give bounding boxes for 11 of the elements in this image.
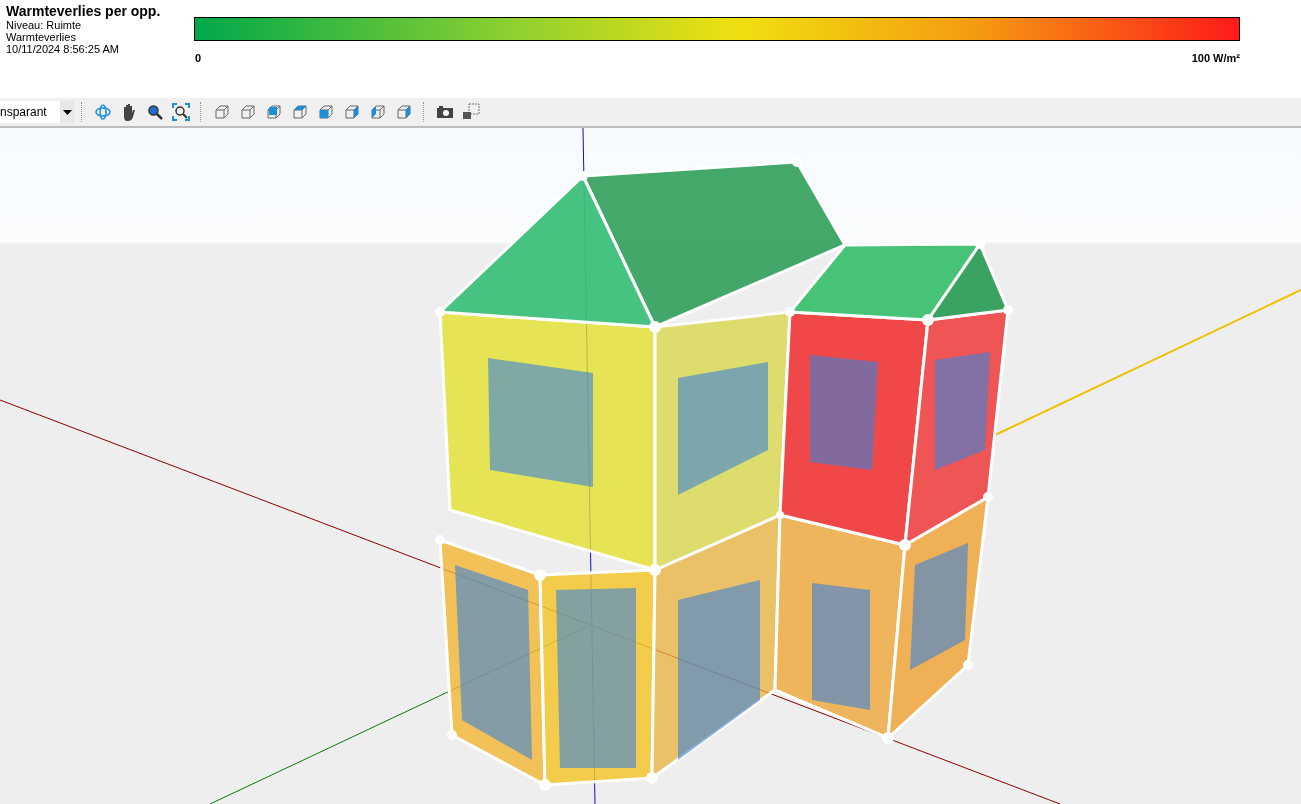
legend-title: Warmteverlies per opp. [6,4,162,19]
legend-detail: 10/11/2024 8:56:25 AM [6,43,120,55]
caret-icon [62,109,72,115]
legend-detail: Niveau: Ruimte [6,19,83,31]
legend-detail: Warmteverlies [6,31,77,43]
scale-max-label: 100 W/m² [1191,52,1240,64]
3d-viewport[interactable] [0,128,1301,804]
zoom-extents-icon[interactable] [169,100,193,124]
house-3d-drawing[interactable] [435,157,1013,791]
scale-min-label: 0 [195,52,202,64]
view-mode-dropdown[interactable]: nsparant [0,101,74,123]
